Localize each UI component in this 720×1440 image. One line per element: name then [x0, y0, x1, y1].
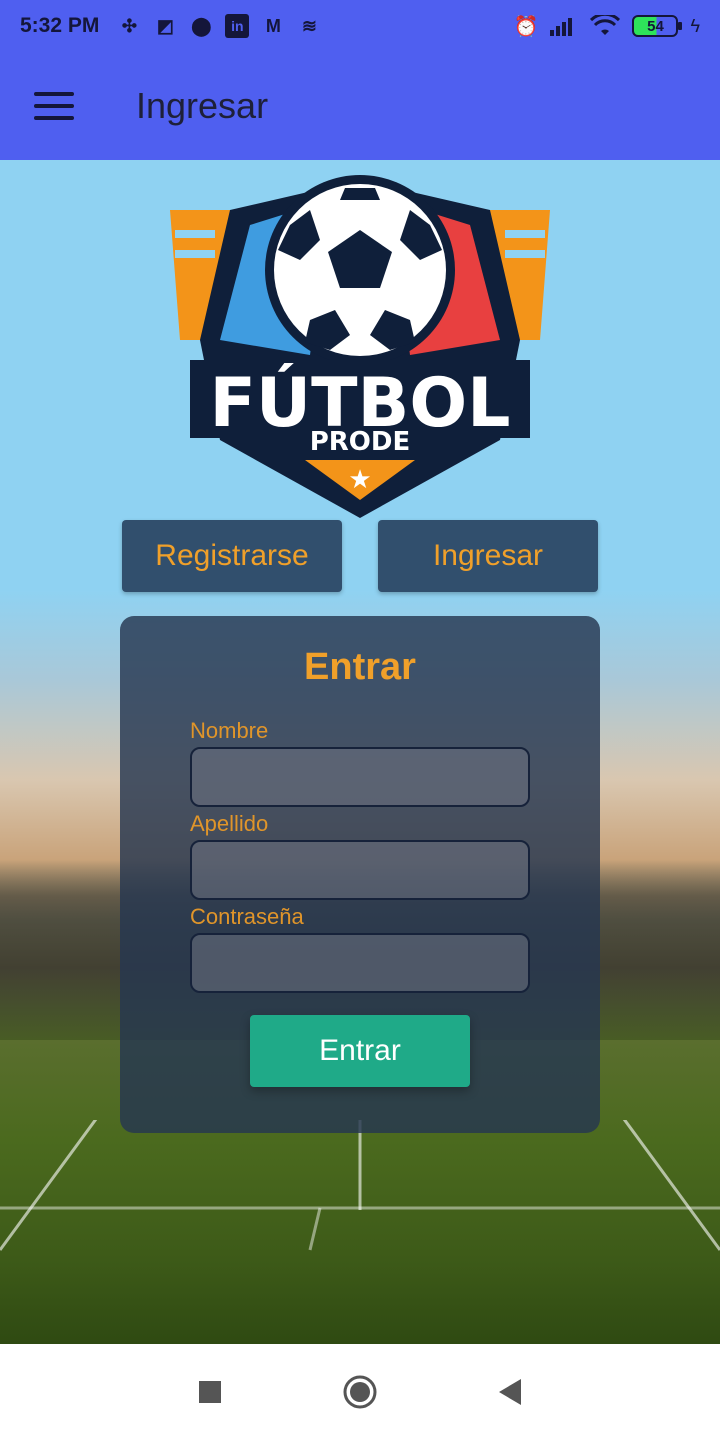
app-icon: ◩ [156, 15, 174, 36]
hamburger-menu-icon[interactable] [34, 92, 74, 120]
wifi-icon [590, 15, 621, 35]
status-time: 5:32 PM [20, 14, 100, 37]
nombre-label: Nombre [190, 718, 269, 743]
notification-icons: ✣ ◩ ⬤ in M ≋ [117, 14, 321, 38]
recents-square-icon[interactable] [190, 1372, 230, 1412]
login-card: Entrar Nombre Apellido Contraseña Entrar [120, 616, 600, 1133]
signal-icon [550, 18, 573, 36]
logo-sub-text: PRODE [310, 427, 411, 457]
register-tab-button[interactable]: Registrarse [122, 520, 342, 592]
arc-icon: ⬤ [191, 15, 212, 36]
navigation-bar [0, 1344, 720, 1440]
contrasena-label: Contraseña [190, 904, 304, 929]
gmail-icon: M [265, 15, 281, 36]
home-circle-icon[interactable] [340, 1372, 380, 1412]
status-bar: 5:32 PM ✣ ◩ ⬤ in M ≋ ⏰ 54 ϟ [0, 0, 720, 52]
page-title: Ingresar [136, 85, 269, 126]
system-icons: ⏰ 54 ϟ [514, 14, 700, 39]
star-icon: ★ [348, 465, 371, 495]
apellido-input[interactable] [190, 840, 530, 900]
apellido-label: Apellido [190, 811, 269, 836]
back-triangle-icon[interactable] [490, 1372, 530, 1412]
slack-icon: ✣ [121, 15, 137, 36]
login-tab-button[interactable]: Ingresar [378, 520, 598, 592]
stack-icon: ≋ [301, 15, 317, 36]
alarm-icon: ⏰ [513, 15, 539, 38]
linkedin-icon: in [225, 14, 250, 38]
entrar-button[interactable]: Entrar [250, 1015, 470, 1087]
app-bar: Ingresar [0, 52, 720, 160]
battery-icon: 54 [632, 15, 683, 37]
futbol-prode-logo: FÚTBOL PRODE ★ [170, 175, 550, 518]
form-title: Entrar [304, 646, 416, 688]
charging-icon: ϟ [690, 15, 700, 36]
pitch-lines [0, 1120, 720, 1251]
contrasena-input[interactable] [190, 933, 530, 993]
nombre-input[interactable] [190, 747, 530, 807]
